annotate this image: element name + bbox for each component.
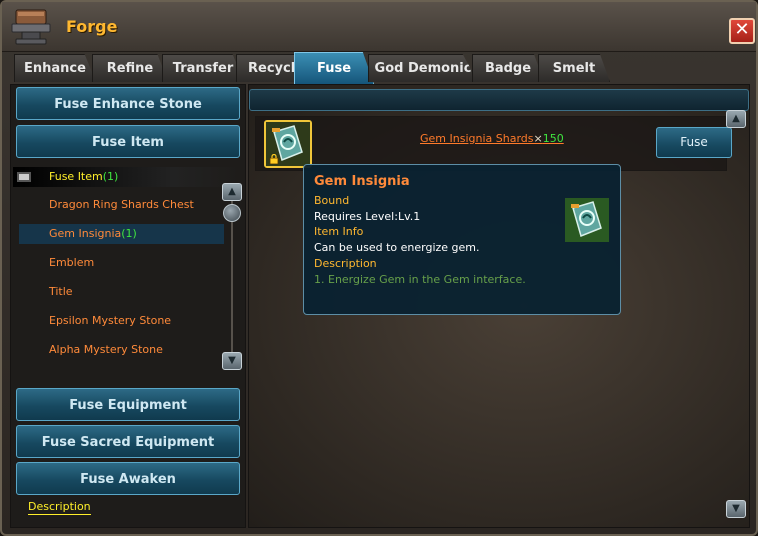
description-link[interactable]: Description xyxy=(28,500,91,515)
tooltip-description-text: 1. Energize Gem in the Gem interface. xyxy=(314,273,526,286)
scroll-thumb[interactable] xyxy=(223,204,241,222)
title-bar: Forge ✕ xyxy=(2,2,756,52)
tooltip-title: Gem Insignia xyxy=(314,174,410,189)
close-button[interactable]: ✕ xyxy=(729,18,755,44)
recipe-row: Gem Insignia Shards×150 Fuse xyxy=(255,116,732,171)
gem-insignia-slot[interactable] xyxy=(264,120,312,168)
fuse-button[interactable]: Fuse xyxy=(656,127,732,158)
list-item-dragon-ring-shards-chest[interactable]: Dragon Ring Shards Chest xyxy=(49,195,194,215)
anvil-icon xyxy=(11,9,51,45)
fuse-sacred-equipment-button[interactable]: Fuse Sacred Equipment xyxy=(16,425,240,458)
list-item-epsilon-mystery-stone[interactable]: Epsilon Mystery Stone xyxy=(49,311,171,331)
fuse-enhance-stone-button[interactable]: Fuse Enhance Stone xyxy=(16,87,240,120)
tab-god-demonic[interactable]: God Demonic xyxy=(368,54,478,82)
group-count: (1) xyxy=(102,170,119,183)
minus-icon xyxy=(17,172,31,182)
list-item-title[interactable]: Title xyxy=(49,282,73,302)
tab-fuse[interactable]: Fuse xyxy=(294,52,374,84)
scroll-down-icon[interactable]: ▼ xyxy=(222,352,242,370)
tooltip-item-info-text: Can be used to energize gem. xyxy=(314,241,480,254)
tab-enhance[interactable]: Enhance xyxy=(14,54,96,82)
group-label: Fuse Item xyxy=(49,170,103,183)
material-name: Gem Insignia Shards xyxy=(420,132,534,145)
tab-transfer[interactable]: Transfer xyxy=(162,54,244,82)
category-sidebar: Fuse Enhance Stone Fuse Item Fuse Item(1… xyxy=(10,84,246,528)
tooltip-description-heading: Description xyxy=(314,257,377,270)
tab-smelt[interactable]: Smelt xyxy=(538,54,610,82)
tooltip-bound: Bound xyxy=(314,194,350,207)
window-title: Forge xyxy=(66,17,118,36)
multiplier-sign: × xyxy=(533,132,543,145)
fuse-equipment-button[interactable]: Fuse Equipment xyxy=(16,388,240,421)
fuse-item-button[interactable]: Fuse Item xyxy=(16,125,240,158)
lock-icon xyxy=(269,154,279,164)
scroll-up-icon[interactable]: ▲ xyxy=(222,183,242,201)
tab-badge[interactable]: Badge xyxy=(472,54,544,82)
group-fuse-item[interactable]: Fuse Item(1) xyxy=(13,167,241,187)
tooltip-requires-level: Requires Level:Lv.1 xyxy=(314,210,421,223)
tooltip-item-info-heading: Item Info xyxy=(314,225,364,238)
tab-bar: Enhance Refine Transfer Recycle Fuse God… xyxy=(12,52,752,84)
tab-refine[interactable]: Refine xyxy=(92,54,168,82)
scroll-down-icon[interactable]: ▼ xyxy=(726,500,746,518)
list-item-gem-insignia[interactable]: Gem Insignia(1) xyxy=(19,224,224,244)
material-quantity: 150 xyxy=(542,132,564,145)
fuse-awaken-button[interactable]: Fuse Awaken xyxy=(16,462,240,495)
list-item-alpha-mystery-stone[interactable]: Alpha Mystery Stone xyxy=(49,340,163,360)
material-requirement[interactable]: Gem Insignia Shards×150 xyxy=(420,132,564,145)
gem-insignia-icon xyxy=(565,198,609,242)
list-item-emblem[interactable]: Emblem xyxy=(49,253,94,273)
list-item-count: (1) xyxy=(121,227,137,240)
close-icon: ✕ xyxy=(734,19,750,40)
item-tooltip: Gem Insignia Bound Requires Level:Lv.1 I… xyxy=(303,164,621,315)
recipe-header xyxy=(249,89,749,111)
list-item-label: Gem Insignia xyxy=(49,227,122,240)
forge-window: Forge ✕ Enhance Refine Transfer Recycle … xyxy=(0,0,758,536)
scroll-up-icon[interactable]: ▲ xyxy=(726,110,746,128)
